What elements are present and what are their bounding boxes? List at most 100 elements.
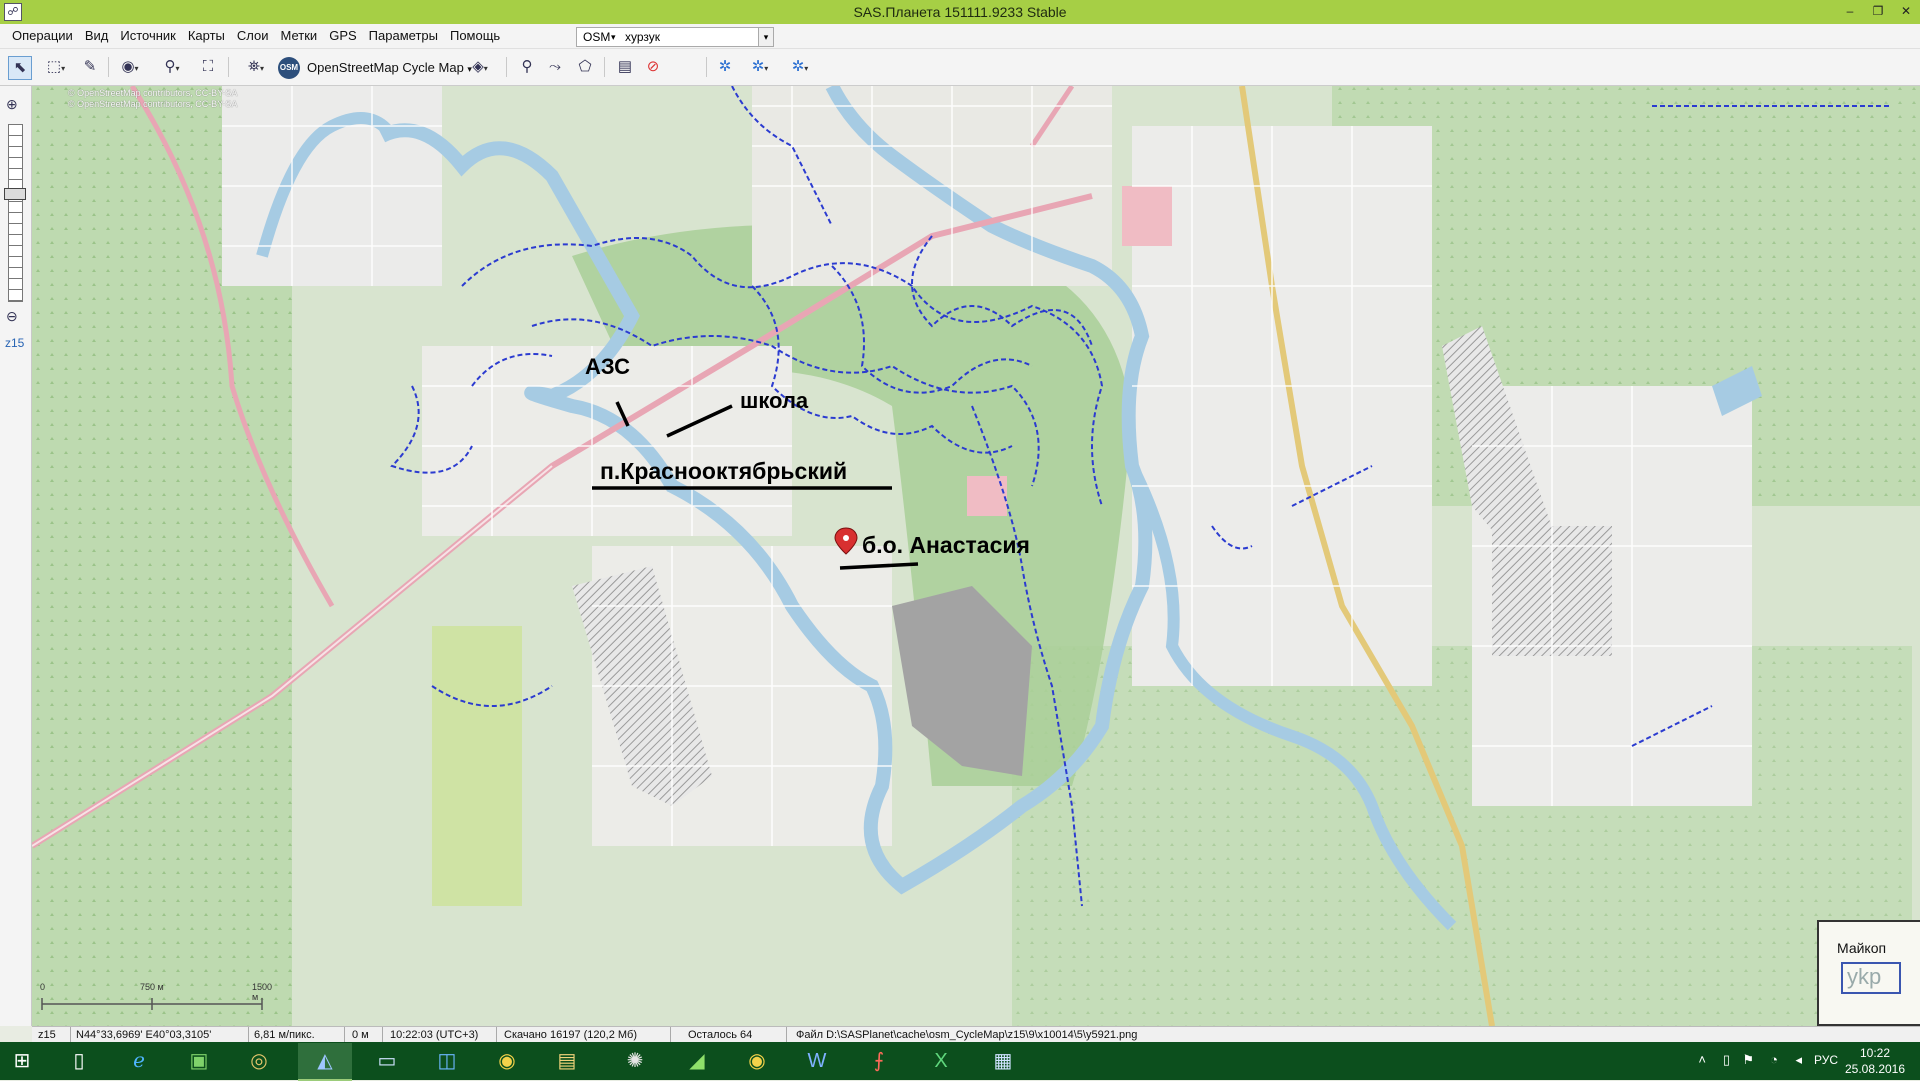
zoom-level-label: z15 <box>5 336 25 350</box>
map-type-label[interactable]: OSM <box>583 28 610 46</box>
marks-manager-icon[interactable]: ▤ <box>614 56 636 78</box>
map-layer-label[interactable]: OpenStreetMap Cycle Map <box>307 60 464 75</box>
file-explorer-icon[interactable]: ▤ <box>540 1043 594 1079</box>
word-icon[interactable]: W <box>790 1043 844 1079</box>
clock[interactable]: 10:22 25.08.2016 <box>1840 1045 1910 1077</box>
scale-mid: 750 м <box>140 982 164 992</box>
select-area-icon[interactable]: ⬚▾ <box>40 56 72 78</box>
field-1 <box>432 626 522 906</box>
zoom-in-icon[interactable]: ⊕ <box>6 96 18 113</box>
globe-icon[interactable]: ◉▾ <box>114 56 146 78</box>
annotation-village: п.Краснооктябрьский <box>600 458 848 484</box>
scale-zero: 0 <box>40 982 46 992</box>
scale-bar: 0 750 м 1500 м <box>40 982 272 1012</box>
menu-item-1[interactable]: Вид <box>79 24 115 48</box>
satellite-icon[interactable]: ⛯▾ <box>238 56 274 78</box>
annotation-school: школа <box>740 388 809 413</box>
layers-icon[interactable]: ◈▾ <box>462 56 498 78</box>
chrome-2-icon[interactable]: ◉ <box>730 1043 784 1079</box>
zoom-tool-icon[interactable]: ⚲▾ <box>156 56 188 78</box>
close-button[interactable]: ✕ <box>1892 0 1920 22</box>
annotation-base: б.о. Анастасия <box>862 532 1030 558</box>
system-tray: ˄ ▯ ⚑ ◔ ◂ РУС 10:22 25.08.2016 <box>1690 1042 1920 1080</box>
file-icon[interactable]: ▯ <box>52 1043 106 1079</box>
osm-icon: OSM <box>278 57 300 79</box>
polygon-tool-icon[interactable]: ⬠ <box>574 56 596 78</box>
clock-time: 10:22 <box>1859 1046 1891 1060</box>
window-title: SAS.Планета 151111.9233 Stable <box>853 4 1067 20</box>
window-app-icon[interactable]: ▦ <box>976 1043 1030 1079</box>
status-coordinates: N44°33,6969' E40°03,3105' <box>76 1029 212 1041</box>
menu-item-0[interactable]: Операции <box>6 24 79 48</box>
clock-date: 25.08.2016 <box>1844 1062 1906 1076</box>
gps-connect-icon[interactable]: ✲ <box>714 56 736 78</box>
window-controls: – ❐ ✕ <box>1836 0 1920 24</box>
gps-track-icon[interactable]: ✲▾ <box>744 56 776 78</box>
scale-end: 1500 м <box>252 982 273 1002</box>
store-icon[interactable]: ▣ <box>172 1043 226 1079</box>
menu-bar: Операции Вид Источник Карты Слои Метки GPS Пара… <box>0 24 1920 49</box>
menu-item-2[interactable]: Источник <box>114 24 182 48</box>
menu-item-5[interactable]: Метки <box>275 24 324 48</box>
copyright-line-1: © OpenStreetMap contributors, CC-BY-SA <box>68 88 238 98</box>
status-remaining: Осталось 64 <box>688 1029 753 1041</box>
toolbar: ⬉ ⬚▾ ✎ ◉▾ ⚲▾ ⛶ ⛯▾ OSM OpenStreetMap Cycl… <box>0 49 1920 86</box>
start-icon[interactable]: ⊞ <box>0 1043 44 1079</box>
minimap[interactable]: Майкоп ykp <box>1817 920 1920 1026</box>
ruler-icon[interactable]: ✎ <box>78 56 102 78</box>
place-marker-icon[interactable]: ⚲ <box>516 56 538 78</box>
status-downloaded: Скачано 16197 (120,2 Мб) <box>504 1029 637 1041</box>
tray-volume-icon[interactable]: ◂ <box>1795 1052 1802 1068</box>
path-tool-icon[interactable]: ⤳ <box>544 56 566 78</box>
language-indicator[interactable]: РУС <box>1814 1053 1838 1067</box>
menu-item-3[interactable]: Карты <box>182 24 231 48</box>
stop-icon[interactable]: ⊘ <box>642 56 664 78</box>
excel-icon[interactable]: X <box>914 1043 968 1079</box>
minimap-label: Майкоп <box>1837 940 1887 956</box>
tray-expand-icon[interactable]: ˄ <box>1698 1052 1706 1067</box>
tray-wifi-icon[interactable]: ◔ <box>1770 1052 1778 1067</box>
maximize-button[interactable]: ❐ <box>1864 0 1892 22</box>
zoom-slider-thumb[interactable] <box>4 188 26 200</box>
network-icon[interactable]: ✺ <box>608 1043 662 1079</box>
menu-item-8[interactable]: Помощь <box>444 24 506 48</box>
pdf-icon[interactable]: ⨍ <box>852 1043 906 1079</box>
remote-desktop-icon[interactable]: ◫ <box>420 1043 474 1079</box>
gps-settings-icon[interactable]: ✲▾ <box>784 56 816 78</box>
forest-southeast <box>1012 646 1912 1026</box>
annotation-azs: АЗС <box>585 354 631 379</box>
internet-explorer-icon[interactable]: ℯ <box>112 1043 166 1079</box>
maps-app-icon[interactable]: ◢ <box>670 1043 724 1079</box>
chrome-icon[interactable]: ◉ <box>480 1043 534 1079</box>
status-time: 10:22:03 (UTC+3) <box>390 1029 479 1041</box>
title-bar: ☍ SAS.Планета 151111.9233 Stable – ❐ ✕ <box>0 0 1920 24</box>
menu-items: Операции Вид Источник Карты Слои Метки GPS Пара… <box>6 24 506 48</box>
search-input[interactable]: хурзук <box>625 28 660 46</box>
map-layer-dropdown[interactable]: OpenStreetMap Cycle Map ▾ <box>307 57 472 80</box>
status-bar: z15 N44°33,6969' E40°03,3105' 6,81 м/пик… <box>32 1026 1920 1043</box>
pointer-tool-icon[interactable]: ⬉ <box>8 56 32 80</box>
map-view[interactable]: © OpenStreetMap contributors, CC-BY-SA ©… <box>30 82 1920 1027</box>
menu-item-4[interactable]: Слои <box>231 24 275 48</box>
map-search-combobox[interactable]: OSM ▾ хурзук ▾ <box>576 27 774 47</box>
media-icon[interactable]: ◎ <box>232 1043 286 1079</box>
menu-item-6[interactable]: GPS <box>323 24 362 48</box>
zoom-out-icon[interactable]: ⊖ <box>6 308 18 325</box>
map-type-chevron-icon[interactable]: ▾ <box>611 28 616 46</box>
copyright-line-2: © OpenStreetMap contributors, CC-BY-SA <box>68 99 238 109</box>
desktop-icon[interactable]: ▭ <box>360 1043 414 1079</box>
scale-bar-graphic <box>41 998 263 1010</box>
search-dropdown-icon[interactable]: ▾ <box>758 28 773 46</box>
pink-building-north <box>1122 186 1172 246</box>
status-elevation: 0 м <box>352 1029 369 1041</box>
tray-flag-icon[interactable]: ⚑ <box>1742 1052 1754 1068</box>
fullscreen-icon[interactable]: ⛶ <box>196 56 220 78</box>
minimize-button[interactable]: – <box>1836 0 1864 22</box>
status-resolution: 6,81 м/пикс. <box>254 1029 315 1041</box>
sas-planet-taskbar-icon[interactable]: ◭ <box>298 1043 352 1081</box>
tray-network-icon[interactable]: ▯ <box>1723 1052 1730 1068</box>
menu-item-7[interactable]: Параметры <box>363 24 444 48</box>
status-file: Файл D:\SASPlanet\cache\osm_CycleMap\z15… <box>796 1029 1138 1041</box>
minimap-viewport[interactable] <box>1841 962 1901 994</box>
zoom-slider[interactable] <box>8 124 23 302</box>
